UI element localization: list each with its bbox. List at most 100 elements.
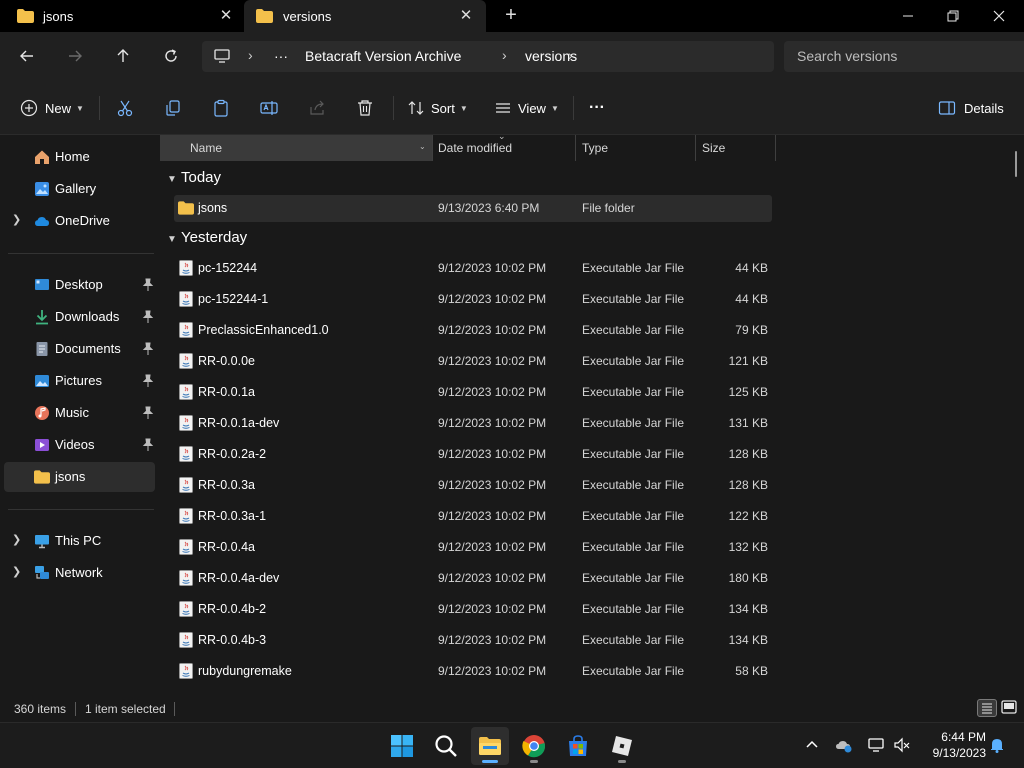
file-row[interactable]: PreclassicEnhanced1.0 9/12/2023 10:02 PM E… [174,317,772,344]
pin-icon[interactable] [142,438,154,452]
up-button[interactable] [111,44,135,68]
jar-file-icon [179,601,193,617]
file-row[interactable]: RR-0.0.4a 9/12/2023 10:02 PM Executable Ja… [174,534,772,561]
details-view-button[interactable] [977,699,997,717]
chevron-right-icon[interactable]: ❯ [12,213,21,226]
file-size: 125 KB [728,385,768,399]
file-row[interactable]: rubydungremake 9/12/2023 10:02 PM Executab… [174,658,772,685]
new-button[interactable]: New ▼ [20,97,84,119]
search-box[interactable]: Search versions [784,41,1024,72]
notification-bell-icon[interactable] [988,736,1006,754]
file-row[interactable]: RR-0.0.0e 9/12/2023 10:02 PM Executable Ja… [174,348,772,375]
sort-indicator-icon: ⌄ [498,131,506,141]
file-row[interactable]: RR-0.0.3a 9/12/2023 10:02 PM Executable Ja… [174,472,772,499]
file-row[interactable]: RR-0.0.4b-2 9/12/2023 10:02 PM Executable … [174,596,772,623]
new-tab-button[interactable]: + [500,5,522,27]
details-pane-button[interactable]: Details [938,97,1004,119]
chevron-right-icon[interactable]: ❯ [12,533,21,546]
chevron-down-icon[interactable]: ⌄ [419,142,426,151]
minimize-button[interactable] [893,4,923,28]
divider [8,253,154,254]
chrome-taskbar-button[interactable] [515,727,553,765]
chevron-up-icon[interactable] [803,736,821,754]
file-row[interactable]: pc-152244-1 9/12/2023 10:02 PM Executable … [174,286,772,313]
file-row[interactable]: RR-0.0.1a-dev 9/12/2023 10:02 PM Executabl… [174,410,772,437]
paste-button[interactable] [212,97,230,119]
search-taskbar-button[interactable] [427,727,465,765]
rename-button[interactable] [260,97,278,119]
file-row[interactable]: RR-0.0.2a-2 9/12/2023 10:02 PM Executable … [174,441,772,468]
column-divider[interactable] [432,135,433,161]
sidebar-item-gallery[interactable]: Gallery [4,174,155,204]
pin-icon[interactable] [142,342,154,356]
roblox-taskbar-button[interactable] [603,727,641,765]
file-row[interactable]: RR-0.0.4b-3 9/12/2023 10:02 PM Executable … [174,627,772,654]
sidebar-item-home[interactable]: Home [4,142,155,172]
column-divider[interactable] [695,135,696,161]
file-date: 9/12/2023 10:02 PM [438,664,547,678]
close-icon[interactable]: ✕ [216,6,236,26]
close-window-button[interactable] [984,4,1014,28]
column-header-size[interactable]: Size [702,135,725,161]
pin-icon[interactable] [142,374,154,388]
sidebar-item-network[interactable]: ❯ Network [4,558,155,588]
volume-muted-icon[interactable] [893,736,911,754]
cut-button[interactable] [116,97,134,119]
network-status-icon[interactable] [867,736,885,754]
file-row[interactable]: pc-152244 9/12/2023 10:02 PM Executable Ja… [174,255,772,282]
tiles-view-button[interactable] [1000,699,1020,717]
sidebar-item-desktop[interactable]: Desktop [4,270,155,300]
view-button[interactable]: View ▼ [494,97,559,119]
folder-icon [256,9,273,23]
file-type: Executable Jar File [582,261,685,275]
store-taskbar-button[interactable] [559,727,597,765]
column-header-name[interactable]: Name [160,135,432,161]
sidebar-item-videos[interactable]: Videos [4,430,155,460]
sidebar-item-onedrive[interactable]: ❯ OneDrive [4,206,155,236]
pin-icon[interactable] [142,310,154,324]
column-divider[interactable] [575,135,576,161]
tab-versions[interactable]: versions ✕ [244,0,486,32]
sidebar-item-this-pc[interactable]: ❯ This PC [4,526,155,556]
chevron-right-icon[interactable]: › [568,47,573,63]
sidebar-item-pictures[interactable]: Pictures [4,366,155,396]
forward-button[interactable] [63,44,87,68]
pin-icon[interactable] [142,406,154,420]
breadcrumb-betacraft[interactable]: Betacraft Version Archive [305,48,461,64]
new-label: New [45,100,72,116]
group-header[interactable]: ▼ Yesterday [167,229,247,246]
copy-button[interactable] [164,97,182,119]
more-options-button[interactable]: ··· [589,97,605,119]
system-clock[interactable]: 6:44 PM 9/13/2023 [916,729,986,761]
scrollbar-thumb[interactable] [1015,151,1017,177]
share-button[interactable] [308,97,326,119]
address-bar[interactable]: › ··· Betacraft Version Archive › versio… [202,41,774,72]
file-row[interactable]: RR-0.0.3a-1 9/12/2023 10:02 PM Executable … [174,503,772,530]
restore-button[interactable] [938,4,968,28]
start-button[interactable] [383,727,421,765]
pin-icon[interactable] [142,278,154,292]
column-divider[interactable] [775,135,776,161]
sidebar-item-music[interactable]: Music [4,398,155,428]
search-input[interactable]: Search versions [797,48,897,64]
onedrive-status-icon[interactable] [835,736,853,754]
sidebar-item-jsons[interactable]: jsons [4,462,155,492]
breadcrumb-overflow[interactable]: ··· [274,48,288,64]
file-row[interactable]: jsons 9/13/2023 6:40 PM File folder [174,195,772,222]
refresh-button[interactable] [159,44,183,68]
file-explorer-taskbar-button[interactable] [471,727,509,765]
file-row[interactable]: RR-0.0.1a 9/12/2023 10:02 PM Executable Ja… [174,379,772,406]
group-header[interactable]: ▼ Today [167,169,221,186]
close-icon[interactable]: ✕ [456,6,476,26]
file-name: RR-0.0.4b-3 [198,633,267,647]
chevron-right-icon[interactable]: ❯ [12,565,21,578]
delete-button[interactable] [356,97,374,119]
file-row[interactable]: RR-0.0.4a-dev 9/12/2023 10:02 PM Executabl… [174,565,772,592]
tab-jsons[interactable]: jsons ✕ [0,0,242,32]
back-button[interactable] [15,44,39,68]
sidebar-item-documents[interactable]: Documents [4,334,155,364]
file-type: File folder [582,201,635,215]
sidebar-item-downloads[interactable]: Downloads [4,302,155,332]
column-header-type[interactable]: Type [582,135,608,161]
sort-button[interactable]: Sort ▼ [407,97,468,119]
